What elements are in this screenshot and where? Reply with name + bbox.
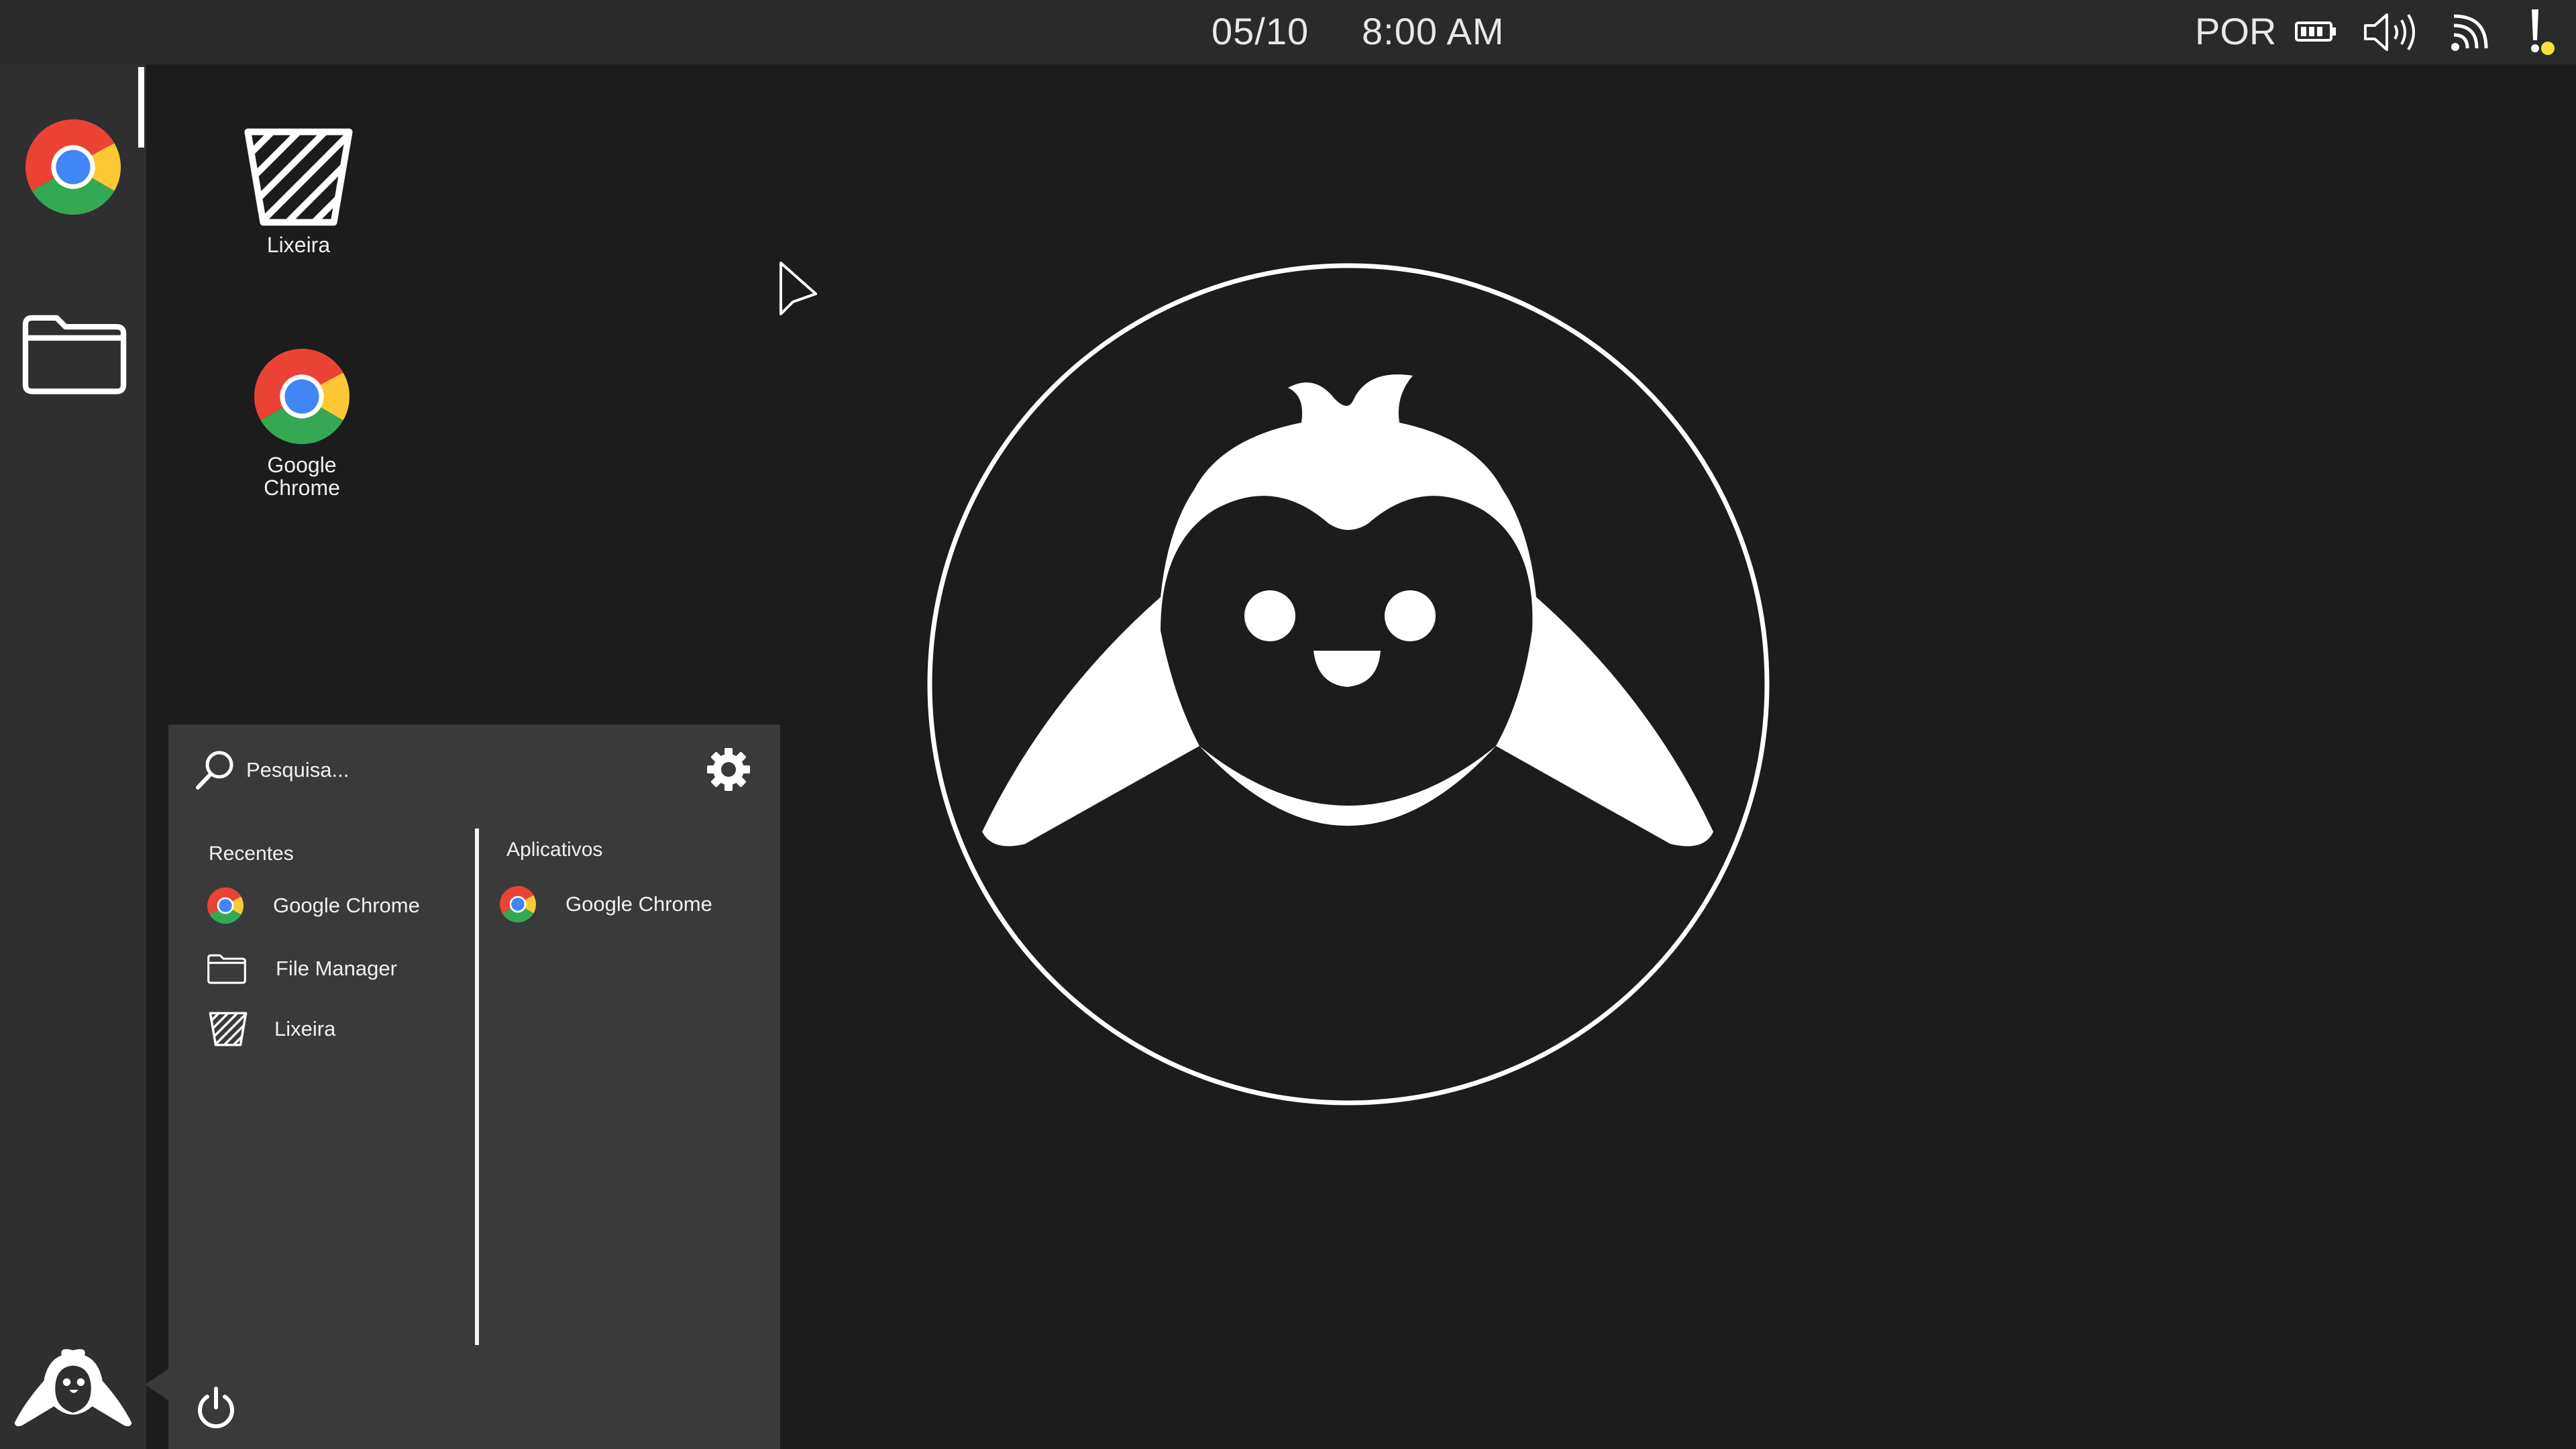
gear-icon[interactable]: [706, 747, 751, 792]
power-icon[interactable]: [194, 1385, 238, 1432]
chrome-icon: [500, 886, 536, 922]
desktop-icon-label: Google Chrome: [264, 453, 340, 500]
desktop-icon-label: Lixeira: [266, 233, 331, 257]
language-indicator[interactable]: POR: [2195, 9, 2276, 53]
notification-icon[interactable]: [2525, 7, 2559, 58]
trash-icon: [209, 1012, 248, 1046]
folder-icon: [206, 951, 248, 986]
penguin-icon[interactable]: [9, 1339, 137, 1433]
date-label: 05/10: [1212, 10, 1309, 52]
desktop-icon-trash[interactable]: Lixeira: [221, 127, 376, 256]
chrome-icon: [207, 888, 244, 924]
app-item-label: Google Chrome: [566, 892, 712, 916]
app-item-chrome[interactable]: Google Chrome: [500, 883, 712, 926]
recent-item-label: Google Chrome: [273, 894, 420, 917]
trash-icon: [242, 127, 355, 227]
recent-item-chrome[interactable]: Google Chrome: [207, 884, 420, 927]
volume-icon[interactable]: [2363, 9, 2424, 55]
recent-item-trash[interactable]: Lixeira: [209, 1008, 335, 1051]
recent-item-file-manager[interactable]: File Manager: [206, 947, 397, 990]
time-label[interactable]: 8:00 AM: [1362, 9, 1504, 53]
recent-item-label: Lixeira: [274, 1017, 336, 1040]
launcher-divider: [475, 828, 479, 1345]
app-launcher: Recentes Google Chrome File Manager Lixe…: [168, 724, 780, 1449]
wallpaper-penguin-logo: [927, 263, 1770, 1106]
apps-section-title: Aplicativos: [506, 839, 603, 861]
notification-dot: [2541, 42, 2555, 55]
dock: [0, 64, 146, 1449]
search-icon: [196, 751, 233, 790]
search-input[interactable]: [245, 753, 650, 788]
desktop-icon-chrome[interactable]: Google Chrome: [221, 349, 382, 499]
mouse-cursor-icon: [780, 262, 817, 315]
top-bar: 05/10 8:00 AM POR: [0, 0, 2576, 64]
recent-section-title: Recentes: [209, 843, 294, 865]
dock-chrome-icon[interactable]: [25, 119, 121, 215]
launcher-pointer: [145, 1368, 169, 1401]
launcher-search: [195, 743, 753, 797]
recent-item-label: File Manager: [276, 957, 397, 980]
chrome-icon: [254, 349, 350, 444]
wifi-icon[interactable]: [2450, 11, 2497, 52]
battery-icon[interactable]: [2294, 20, 2337, 43]
dock-folder-icon[interactable]: [19, 309, 130, 398]
dock-active-indicator: [138, 67, 144, 148]
